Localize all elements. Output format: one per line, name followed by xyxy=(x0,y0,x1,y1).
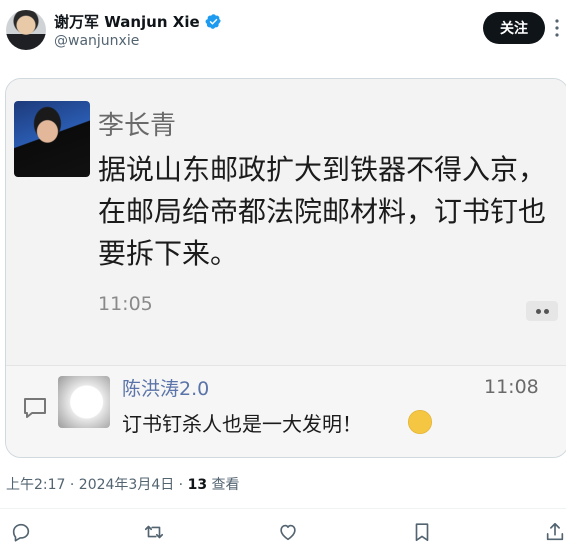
screenshot-post-time: 11:05 xyxy=(98,293,153,315)
author-name-row[interactable]: 谢万军 Wanjun Xie xyxy=(54,11,222,32)
like-icon[interactable] xyxy=(277,521,299,543)
laughing-emoji-icon xyxy=(408,410,432,434)
comment-bubble-icon xyxy=(22,396,48,420)
reply-icon[interactable] xyxy=(10,521,32,543)
follow-button[interactable]: 关注 xyxy=(483,12,545,44)
verified-badge-icon xyxy=(205,13,222,30)
screenshot-post-text: 据说山东邮政扩大到铁器不得入京，在邮局给帝都法院邮材料，订书钉也要拆下来。 xyxy=(98,153,547,270)
screenshot-comment: 陈洪涛2.0 11:08 订书钉杀人也是一大发明！ xyxy=(6,365,566,457)
comment-time: 11:08 xyxy=(484,376,539,398)
poster-name: 李长青 xyxy=(98,111,177,141)
more-dots-icon xyxy=(526,301,558,321)
tweet-timestamp[interactable]: 上午2:17 · 2024年3月4日 · xyxy=(6,477,188,493)
comment-text: 订书钉杀人也是一大发明！ xyxy=(122,412,362,436)
views-count: 13 xyxy=(187,477,208,493)
author-avatar[interactable] xyxy=(6,10,46,50)
tweet-meta: 上午2:17 · 2024年3月4日 · 13 查看 xyxy=(6,474,240,494)
author-display-name[interactable]: 谢万军 Wanjun Xie xyxy=(54,11,200,32)
poster-avatar xyxy=(14,101,90,177)
views-label: 查看 xyxy=(207,477,240,493)
commenter-avatar xyxy=(58,376,110,428)
more-options-icon[interactable] xyxy=(550,18,564,38)
retweet-icon[interactable] xyxy=(143,521,165,543)
bookmark-icon[interactable] xyxy=(411,521,433,543)
attached-image[interactable]: 李长青 据说山东邮政扩大到铁器不得入京，在邮局给帝都法院邮材料，订书钉也要拆下来… xyxy=(5,78,566,458)
share-icon[interactable] xyxy=(544,521,566,543)
divider xyxy=(0,508,566,509)
commenter-name: 陈洪涛2.0 xyxy=(122,378,210,400)
author-handle[interactable]: @wanjunxie xyxy=(54,33,139,49)
tweet-header: 谢万军 Wanjun Xie @wanjunxie 关注 xyxy=(0,0,566,62)
screenshot-post: 李长青 据说山东邮政扩大到铁器不得入京，在邮局给帝都法院邮材料，订书钉也要拆下来… xyxy=(6,79,566,365)
